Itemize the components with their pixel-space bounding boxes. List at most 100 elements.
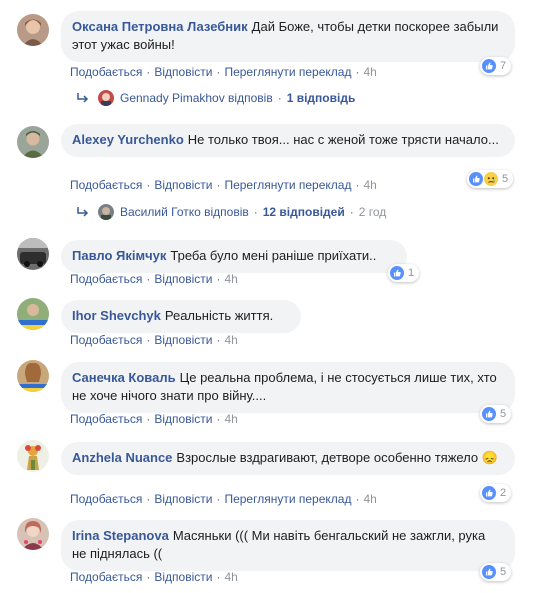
comment-timestamp[interactable]: 4h xyxy=(224,570,237,584)
separator: · xyxy=(146,272,151,286)
comment-actions: Подобається · Відповісти · 4h xyxy=(70,272,238,286)
reply-count-link[interactable]: 12 відповідей xyxy=(263,205,345,219)
separator: · xyxy=(146,178,151,192)
reaction-count: 5 xyxy=(500,566,507,578)
like-reaction-icon xyxy=(482,486,496,500)
reply-count-link[interactable]: 1 відповідь xyxy=(287,91,356,105)
comment-actions: Подобається · Відповісти · 4h xyxy=(70,333,238,347)
avatar[interactable] xyxy=(17,126,49,158)
reaction-count: 5 xyxy=(502,173,509,185)
comment-bubble: Оксана Петровна Лазебник Дай Боже, чтобы … xyxy=(61,11,515,62)
reply-arrow-icon xyxy=(77,207,89,217)
comment-timestamp[interactable]: 4h xyxy=(224,412,237,426)
like-reaction-icon xyxy=(482,407,496,421)
reply-button[interactable]: Відповісти xyxy=(154,492,212,506)
comment-text: Взрослые вздрагивают, детворе особенно т… xyxy=(176,450,498,465)
separator: · xyxy=(146,492,151,506)
like-button[interactable]: Подобається xyxy=(70,333,142,347)
like-button[interactable]: Подобається xyxy=(70,492,142,506)
reaction-count: 2 xyxy=(500,487,507,499)
avatar[interactable] xyxy=(17,14,49,46)
replies-link[interactable]: Василий Готко відповів · 12 відповідей · 2 г… xyxy=(76,204,386,220)
comment-author[interactable]: Alexey Yurchenko xyxy=(72,132,184,147)
comment-actions: Подобається · Відповісти · Переглянути перек… xyxy=(70,492,377,506)
reply-button[interactable]: Відповісти xyxy=(154,178,212,192)
comment-actions: Подобається · Відповісти · 4h xyxy=(70,570,238,584)
separator: · xyxy=(216,178,221,192)
comment-text: Реальність життя. xyxy=(164,308,274,323)
replies-link[interactable]: Gennady Pimakhov відповів · 1 відповідь xyxy=(76,90,355,106)
comment-timestamp[interactable]: 4h xyxy=(224,272,237,286)
comment-actions: Подобається · Відповісти · Переглянути перек… xyxy=(70,65,377,79)
separator: · xyxy=(216,272,221,286)
avatar xyxy=(98,204,114,220)
like-reaction-icon xyxy=(482,59,496,73)
comment-timestamp[interactable]: 4h xyxy=(363,492,376,506)
comment-author[interactable]: Оксана Петровна Лазебник xyxy=(72,19,248,34)
like-button[interactable]: Подобається xyxy=(70,178,142,192)
reaction-count: 1 xyxy=(408,267,415,279)
reply-timestamp[interactable]: 2 год xyxy=(359,205,387,219)
like-button[interactable]: Подобається xyxy=(70,65,142,79)
avatar[interactable] xyxy=(17,518,49,550)
separator: · xyxy=(355,65,360,79)
comment-bubble: Санечка Коваль Це реальна проблема, і не … xyxy=(61,362,515,413)
reply-button[interactable]: Відповісти xyxy=(154,412,212,426)
reaction-summary[interactable]: 5 xyxy=(480,405,512,423)
reaction-count: 7 xyxy=(500,60,507,72)
separator: · xyxy=(146,570,151,584)
comment-author[interactable]: Anzhela Nuance xyxy=(72,450,172,465)
comment-text: Треба було мені раніше приїхати.. xyxy=(170,248,377,263)
separator: · xyxy=(355,178,360,192)
separator: · xyxy=(253,205,258,219)
comment-author[interactable]: Ihor Shevchyk xyxy=(72,308,161,323)
reply-author-label[interactable]: Gennady Pimakhov відповів xyxy=(120,91,273,105)
reaction-summary[interactable]: 2 xyxy=(480,484,512,502)
avatar[interactable] xyxy=(17,238,49,270)
comment-timestamp[interactable]: 4h xyxy=(224,333,237,347)
reaction-summary[interactable]: 5 xyxy=(467,170,514,188)
separator: · xyxy=(216,412,221,426)
reaction-summary[interactable]: 1 xyxy=(388,264,420,282)
comment-actions: Подобається · Відповісти · Переглянути перек… xyxy=(70,178,377,192)
comment-author[interactable]: Павло Якімчук xyxy=(72,248,166,263)
like-button[interactable]: Подобається xyxy=(70,570,142,584)
separator: · xyxy=(349,205,354,219)
see-translation-button[interactable]: Переглянути переклад xyxy=(224,65,351,79)
reply-button[interactable]: Відповісти xyxy=(154,570,212,584)
reply-button[interactable]: Відповісти xyxy=(154,333,212,347)
separator: · xyxy=(146,412,151,426)
comment-bubble: Alexey Yurchenko Не только твоя... нас с … xyxy=(61,124,515,157)
separator: · xyxy=(277,91,282,105)
see-translation-button[interactable]: Переглянути переклад xyxy=(224,492,351,506)
reply-button[interactable]: Відповісти xyxy=(154,65,212,79)
comment-timestamp[interactable]: 4h xyxy=(363,65,376,79)
avatar[interactable] xyxy=(17,360,49,392)
like-button[interactable]: Подобається xyxy=(70,412,142,426)
like-reaction-icon xyxy=(390,266,404,280)
separator: · xyxy=(216,492,221,506)
avatar[interactable] xyxy=(17,298,49,330)
separator: · xyxy=(216,570,221,584)
see-translation-button[interactable]: Переглянути переклад xyxy=(224,178,351,192)
like-button[interactable]: Подобається xyxy=(70,272,142,286)
sad-reaction-icon xyxy=(484,172,498,186)
separator: · xyxy=(216,333,221,347)
separator: · xyxy=(216,65,221,79)
reply-author-label[interactable]: Василий Готко відповів xyxy=(120,205,249,219)
comment-author[interactable]: Санечка Коваль xyxy=(72,370,176,385)
comment-bubble: Irina Stepanova Масяньки ((( Ми навіть бе… xyxy=(61,520,515,571)
comment-actions: Подобається · Відповісти · 4h xyxy=(70,412,238,426)
reaction-summary[interactable]: 5 xyxy=(480,563,512,581)
separator: · xyxy=(146,333,151,347)
reaction-count: 5 xyxy=(500,408,507,420)
comment-timestamp[interactable]: 4h xyxy=(363,178,376,192)
comment-author[interactable]: Irina Stepanova xyxy=(72,528,169,543)
avatar[interactable] xyxy=(17,440,49,472)
reaction-summary[interactable]: 7 xyxy=(480,57,512,75)
separator: · xyxy=(355,492,360,506)
comment-bubble: Павло Якімчук Треба було мені раніше приї… xyxy=(61,240,407,273)
comment-bubble: Anzhela Nuance Взрослые вздрагивают, детв… xyxy=(61,442,515,475)
like-reaction-icon xyxy=(469,172,483,186)
reply-button[interactable]: Відповісти xyxy=(154,272,212,286)
